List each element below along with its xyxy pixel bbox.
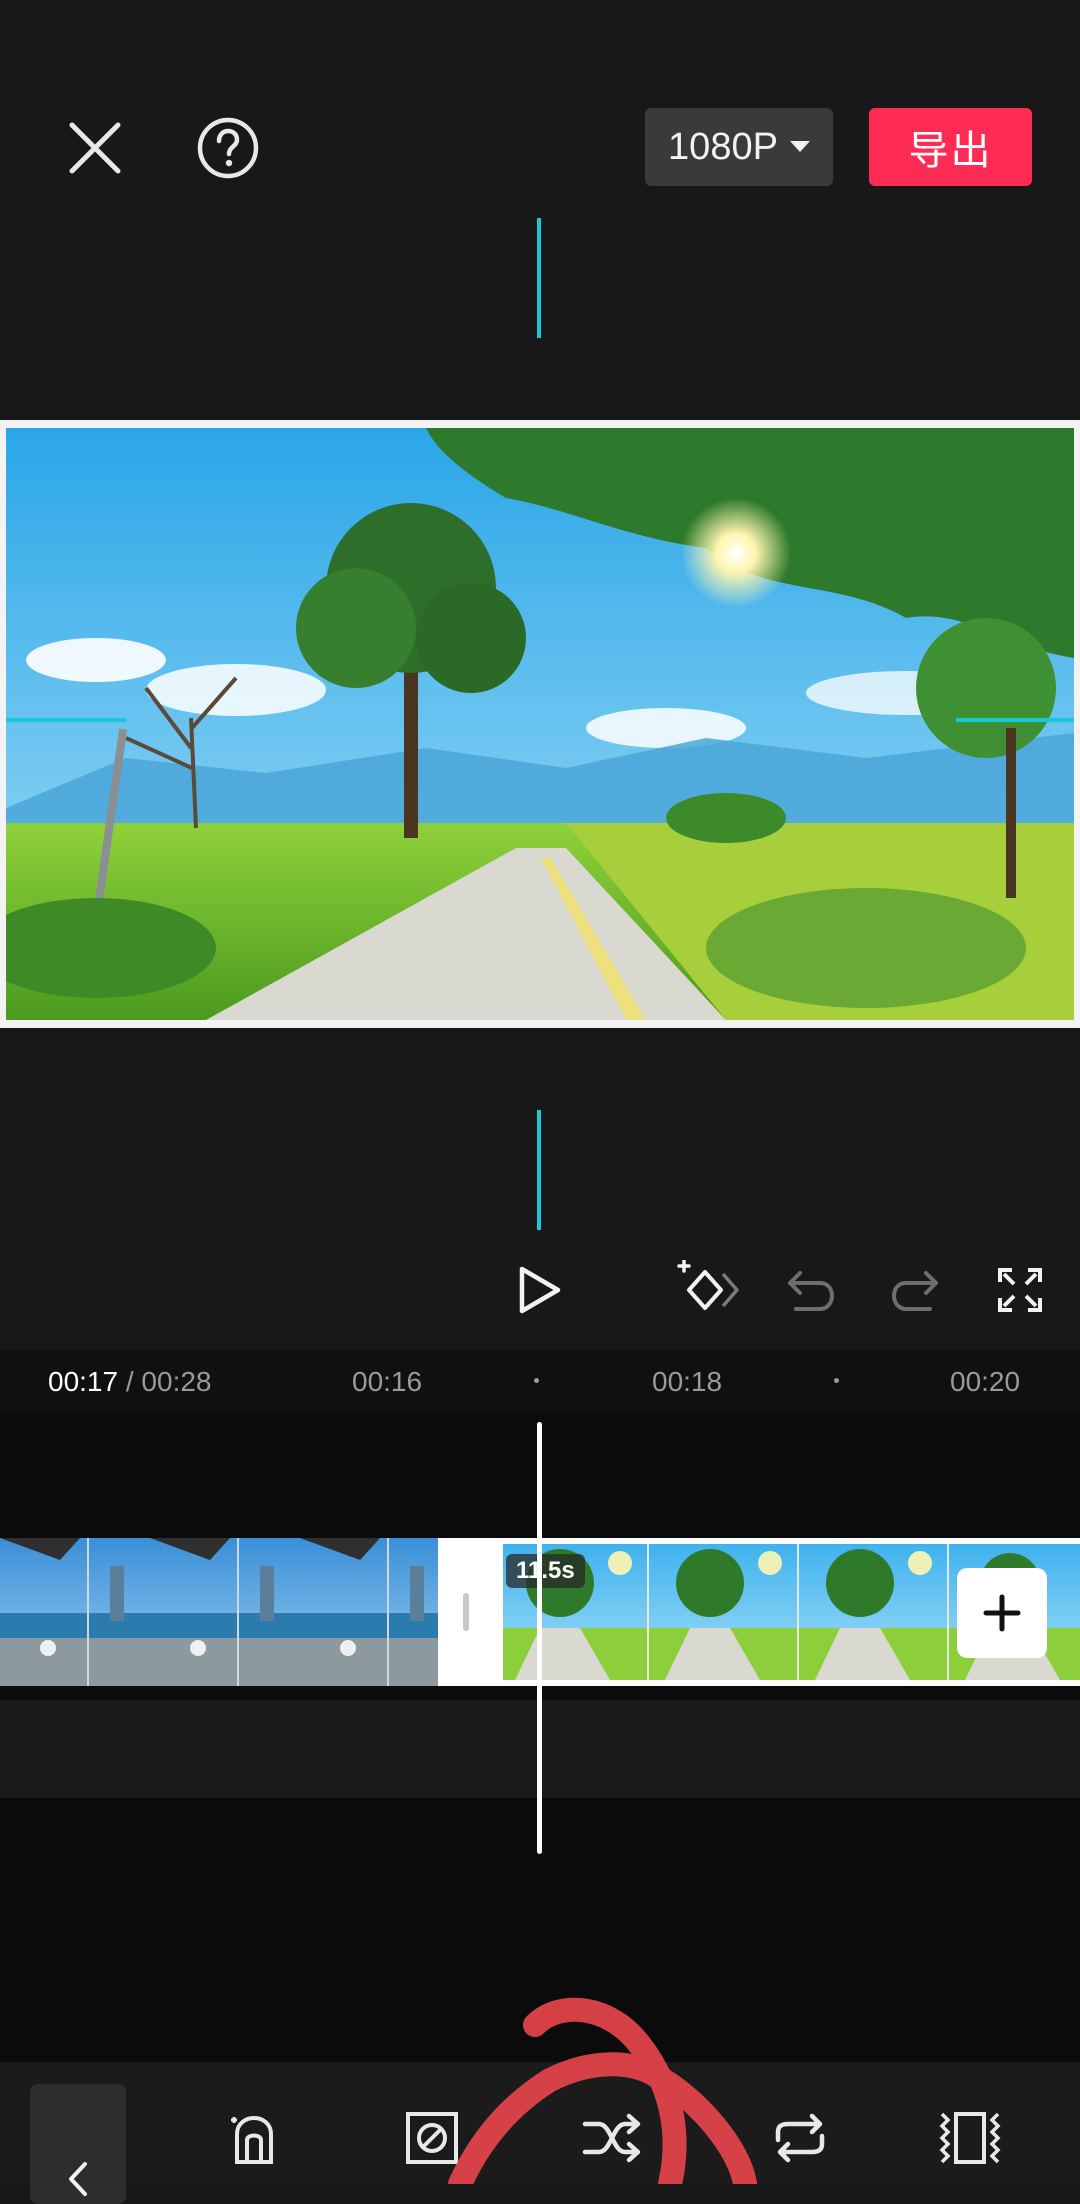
export-label: 导出 — [908, 129, 993, 173]
alignment-guide-top — [537, 218, 541, 338]
caret-down-icon — [789, 141, 810, 152]
tick-dot — [534, 1378, 539, 1383]
loop-icon — [775, 2113, 825, 2163]
total-time: 00:28 — [141, 1366, 212, 1397]
help-button[interactable] — [188, 108, 268, 188]
resolution-label: 1080P — [668, 125, 778, 168]
tool-auto-cutout[interactable] — [213, 2098, 293, 2178]
time-separator: / — [118, 1366, 142, 1397]
tool-frame-adjust[interactable] — [930, 2098, 1010, 2178]
keyframe-add-button[interactable] — [672, 1255, 742, 1325]
video-preview[interactable] — [0, 420, 1080, 1028]
smart-cutout-icon — [231, 2115, 273, 2164]
clip-duration-badge: 11.5s — [506, 1554, 585, 1588]
fullscreen-button[interactable] — [985, 1255, 1055, 1325]
playhead[interactable] — [537, 1422, 542, 1854]
export-button[interactable]: 导出 — [869, 108, 1032, 186]
timecode: 00:17 / 00:28 — [48, 1366, 212, 1398]
chevron-left-icon — [69, 2162, 87, 2196]
tick-label: 00:20 — [950, 1366, 1021, 1397]
tick-dot — [834, 1378, 839, 1383]
resolution-dropdown[interactable]: 1080P — [645, 108, 833, 186]
help-icon — [197, 117, 259, 179]
tick-label: 00:16 — [352, 1366, 423, 1397]
undo-button[interactable] — [776, 1255, 846, 1325]
plus-icon — [983, 1594, 1021, 1632]
frame-adjust-icon — [939, 2112, 1001, 2164]
preview-image — [6, 428, 1074, 1020]
back-button[interactable] — [30, 2084, 126, 2204]
tick-label: 00:18 — [652, 1366, 723, 1397]
clip-beach[interactable] — [0, 1538, 438, 1686]
redo-button[interactable] — [880, 1255, 950, 1325]
undo-icon — [788, 1271, 834, 1311]
current-time: 00:17 — [48, 1366, 119, 1397]
close-icon — [69, 122, 121, 174]
close-button[interactable] — [55, 108, 135, 188]
fullscreen-icon — [998, 1268, 1042, 1312]
redo-icon — [892, 1271, 938, 1311]
alignment-guide-bottom — [537, 1110, 541, 1230]
play-button[interactable] — [505, 1255, 575, 1325]
annotation-circle — [448, 1997, 757, 2184]
play-icon — [519, 1266, 561, 1314]
keyframe-add-icon — [677, 1260, 739, 1310]
add-clip-button[interactable] — [957, 1568, 1047, 1658]
tool-loop[interactable] — [760, 2098, 840, 2178]
timeline-ruler[interactable]: 00:17 / 00:28 00:16 00:18 00:20 — [0, 1350, 1080, 1412]
